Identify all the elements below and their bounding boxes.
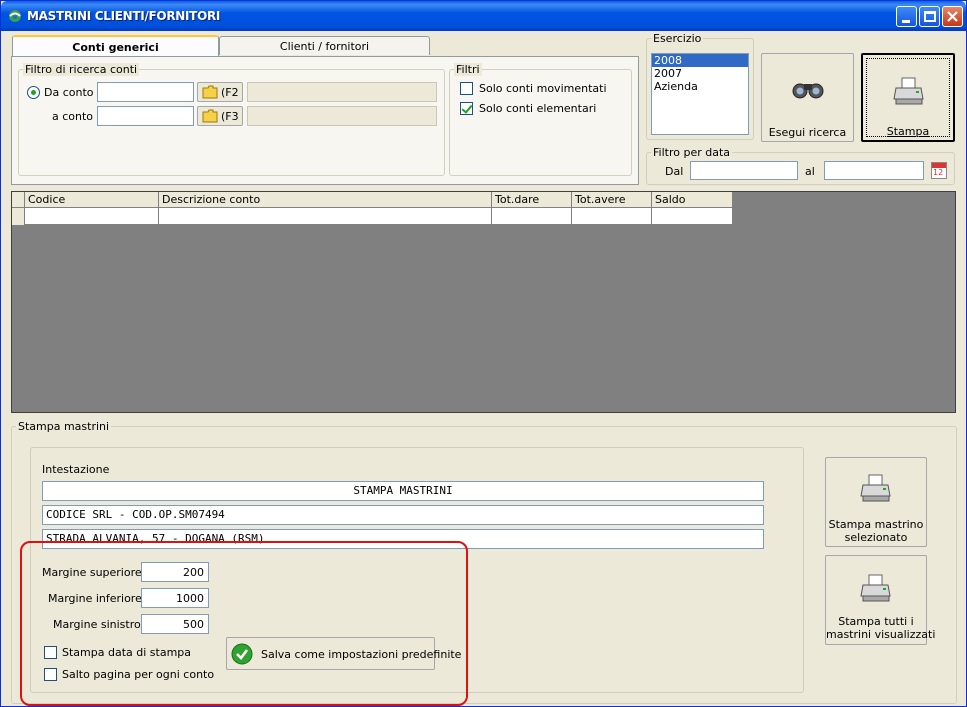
window-title: MASTRINI CLIENTI/FORNITORI [27,9,221,23]
da-conto-description [247,82,437,102]
tab-page: Filtro di ricerca conti Da conto (F2 a c… [11,56,639,185]
table-cell[interactable] [652,208,733,225]
al-input[interactable] [824,161,924,180]
group-label: Filtri [454,63,482,76]
esegui-ricerca-label: Esegui ricerca [768,126,847,139]
printer-icon [860,574,891,602]
button-label-line2: mastrini visualizzati [826,628,936,641]
filtro-data-group: Filtro per data Dal al 12 [646,146,955,185]
solo-movimentati-checkbox[interactable] [460,82,473,95]
solo-elementari-label: Solo conti elementari [479,102,597,115]
filtro-ricerca-group: Filtro di ricerca conti Da conto (F2 a c… [18,63,445,176]
column-header-saldo[interactable]: Saldo [652,192,733,208]
al-label: al [805,165,815,178]
group-label: Filtro per data [651,146,733,159]
stampa-label: Stampa [886,125,930,138]
table-cell[interactable] [492,208,572,225]
main-window: MASTRINI CLIENTI/FORNITORI Conti generic… [0,0,967,707]
list-item[interactable]: 2008 [652,54,748,67]
printer-icon [893,77,924,105]
da-conto-radio[interactable] [27,86,40,99]
a-conto-input[interactable] [97,106,194,126]
da-conto-label: Da conto [44,86,94,99]
table-row[interactable] [12,208,733,225]
button-label-line1: Stampa tutti i [838,615,914,628]
da-conto-input[interactable] [97,82,194,102]
group-label: Esercizio [651,32,704,45]
folder-icon [202,109,218,123]
folder-icon [202,85,218,99]
stampa-button[interactable]: Stampa [861,53,955,142]
app-icon [9,10,21,22]
esercizio-listbox[interactable]: 2008 2007 Azienda [651,53,749,135]
lookup-f3-button[interactable]: (F3 [197,106,243,126]
grid-header: Codice Descrizione conto Tot.dare Tot.av… [12,192,733,208]
highlight-annotation [20,541,468,706]
row-indicator-header [12,192,25,208]
calendar-day: 12 [933,168,944,177]
column-header-tot-dare[interactable]: Tot.dare [492,192,572,208]
f3-label: (F3 [221,110,239,123]
calendar-icon[interactable]: 12 [931,162,947,179]
binoculars-icon [792,83,824,99]
a-conto-label: a conto [52,110,94,123]
group-label: Stampa mastrini [16,420,112,433]
stampa-mastrino-selezionato-button[interactable]: Stampa mastrino selezionato [825,457,927,547]
solo-movimentati-label: Solo conti movimentati [479,82,607,95]
printer-icon [860,474,891,502]
lookup-f2-button[interactable]: (F2 [197,82,243,102]
tab-conti-generici[interactable]: Conti generici [12,35,219,58]
column-header-tot-avere[interactable]: Tot.avere [572,192,652,208]
accounts-grid[interactable]: Codice Descrizione conto Tot.dare Tot.av… [11,191,956,413]
list-item[interactable]: Azienda [652,80,748,93]
group-label: Filtro di ricerca conti [23,63,140,76]
column-header-codice[interactable]: Codice [25,192,159,208]
table-cell[interactable] [25,208,159,225]
title-bar[interactable]: MASTRINI CLIENTI/FORNITORI [1,1,966,31]
list-item[interactable]: 2007 [652,67,748,80]
f2-label: (F2 [221,86,239,99]
intestazione-line-1[interactable]: STAMPA MASTRINI [42,481,764,501]
button-label-line1: Stampa mastrino [828,518,924,531]
intestazione-label: Intestazione [42,463,110,476]
esercizio-group: Esercizio 2008 2007 Azienda [646,32,754,140]
minimize-button[interactable] [896,6,917,27]
tab-clienti-fornitori[interactable]: Clienti / fornitori [219,36,430,55]
column-header-descrizione[interactable]: Descrizione conto [159,192,492,208]
dal-input[interactable] [690,161,798,180]
close-icon [947,11,958,22]
stampa-tutti-mastrini-button[interactable]: Stampa tutti i mastrini visualizzati [825,555,936,645]
solo-elementari-checkbox[interactable] [460,102,473,115]
a-conto-description [247,106,437,126]
button-label-line2: selezionato [844,531,908,544]
close-button[interactable] [942,6,963,27]
row-indicator [12,208,25,225]
dal-label: Dal [665,165,684,178]
table-cell[interactable] [159,208,492,225]
esegui-ricerca-button[interactable]: Esegui ricerca [761,53,854,142]
maximize-button[interactable] [919,6,940,27]
filtri-group: Filtri Solo conti movimentati Solo conti… [449,63,632,176]
intestazione-line-2[interactable]: CODICE SRL - COD.OP.SM07494 [42,505,764,525]
table-cell[interactable] [572,208,652,225]
